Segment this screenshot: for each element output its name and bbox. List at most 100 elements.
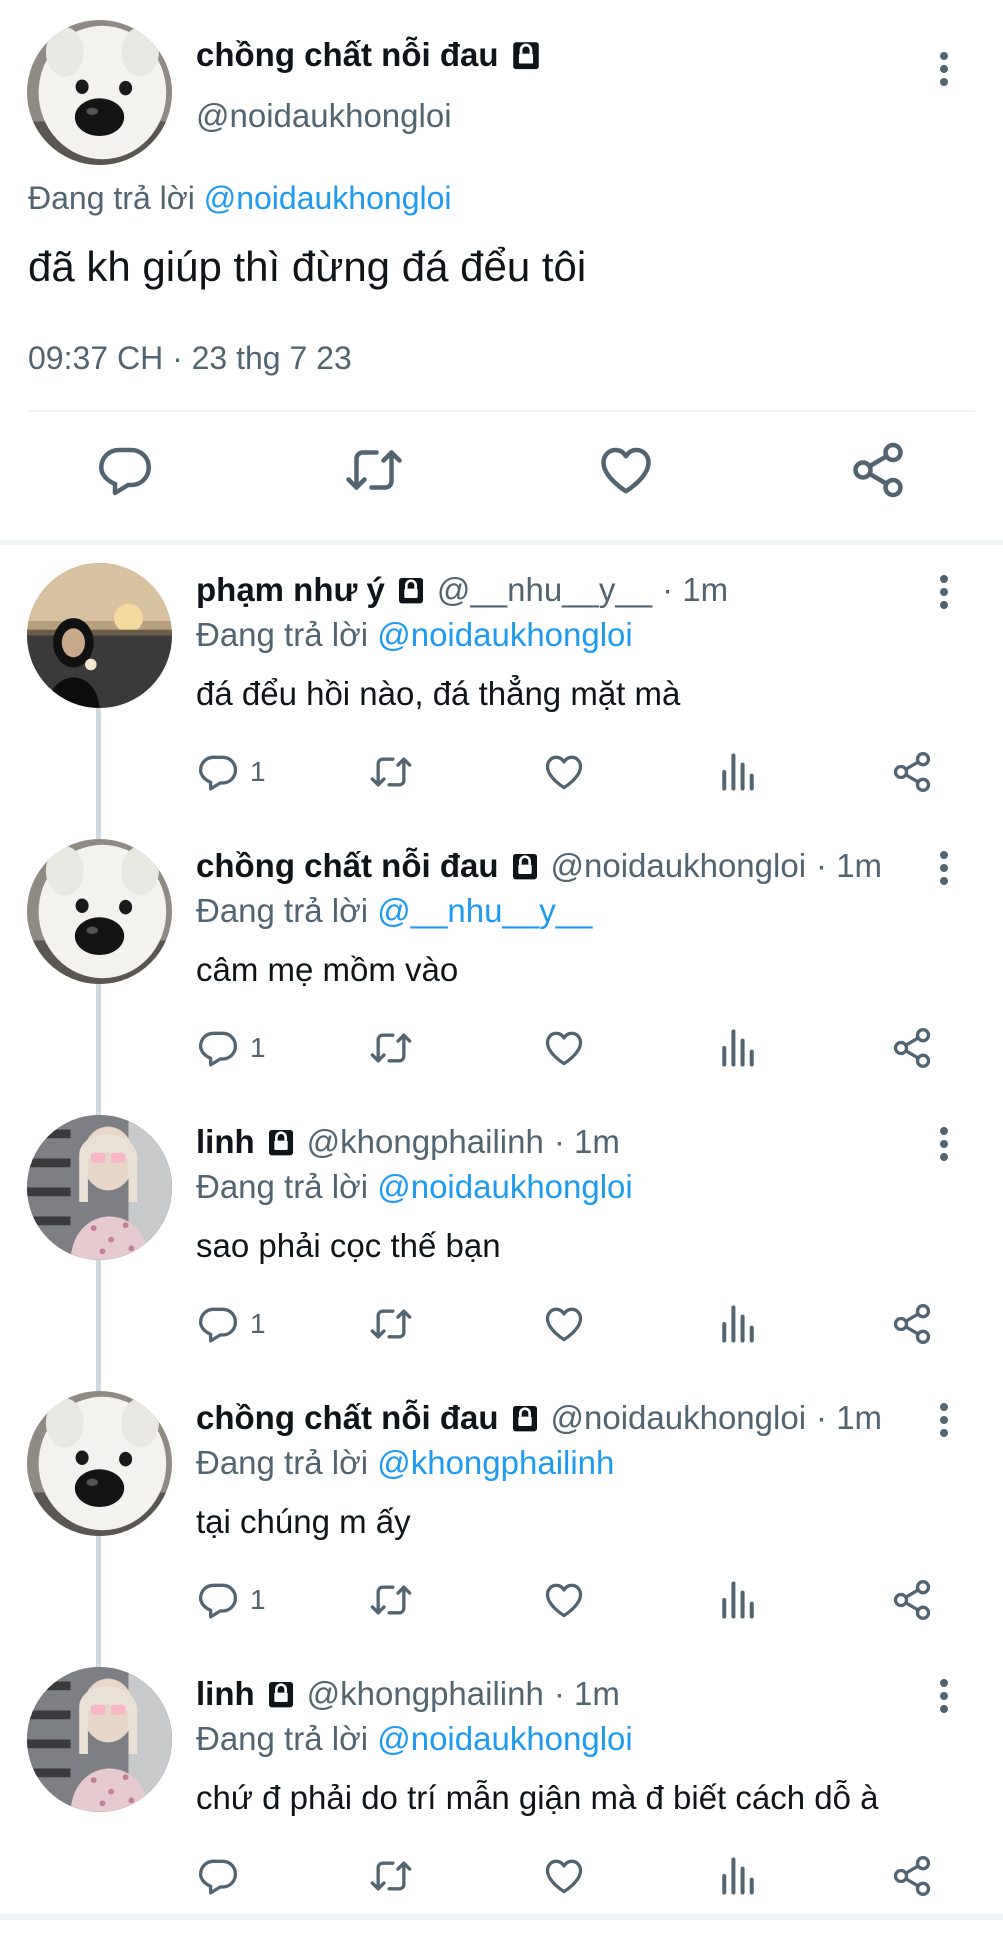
user-avatar-image [27,1115,172,1260]
reply-icon [196,750,240,794]
divider [28,410,975,412]
views-button[interactable] [716,1854,760,1898]
avatar[interactable] [27,1115,172,1260]
more-icon[interactable] [934,571,954,615]
views-button[interactable] [716,750,760,794]
share-button[interactable] [890,1302,934,1346]
replying-to-label: Đang trả lời [196,1168,369,1205]
reply-time: · 1m [816,847,883,884]
author-name[interactable]: linh [196,1675,255,1713]
lock-icon [509,1401,541,1435]
reply-count: 1 [250,756,266,787]
reply-text: sao phải cọc thế bạn [196,1227,501,1264]
author-name[interactable]: linh [196,1123,255,1161]
more-icon[interactable] [934,1399,954,1443]
reply-icon [196,1026,240,1070]
retweet-button[interactable] [369,1026,413,1070]
lock-icon [265,1125,297,1159]
retweet-button[interactable] [369,1302,413,1346]
replying-to-handle[interactable]: @noidaukhongloi [377,1720,633,1757]
share-button[interactable] [890,1854,934,1898]
views-button[interactable] [716,1302,760,1346]
views-button[interactable] [716,1026,760,1070]
more-icon[interactable] [934,1123,954,1167]
user-avatar-image [27,1667,172,1812]
share-icon [890,1026,934,1070]
replying-to-handle[interactable]: @noidaukhongloi [377,1168,633,1205]
retweet-button[interactable] [369,1854,413,1898]
like-button[interactable] [542,1854,586,1898]
retweet-icon[interactable] [344,440,404,500]
reply-button[interactable]: 1 [196,750,266,794]
reply-actions [0,1854,1003,1904]
author-name[interactable]: chồng chất nỗi đau [196,847,499,885]
replying-to-label: Đang trả lời [196,1444,369,1481]
reply-tweet[interactable]: chồng chất nỗi đau @noidaukhongloi · 1m … [0,839,1003,1115]
author-handle[interactable]: @noidaukhongloi [551,847,807,885]
replying-to: Đang trả lời @__nhu__y__ [196,892,592,930]
reply-actions: 1 [0,1026,1003,1076]
like-button[interactable] [542,1578,586,1622]
share-button[interactable] [890,1026,934,1070]
like-button[interactable] [542,1026,586,1070]
more-icon[interactable] [934,48,954,92]
like-button[interactable] [542,1302,586,1346]
reply-button[interactable]: 1 [196,1302,266,1346]
reply-count: 1 [250,1308,266,1339]
tweet-timestamp: 09:37 CH · 23 thg 7 23 [28,340,352,376]
reply-tweet[interactable]: linh @khongphailinh · 1m Đang trả lời @n… [0,1115,1003,1391]
replying-to-handle[interactable]: @__nhu__y__ [377,892,592,929]
author-name[interactable]: chồng chất nỗi đau [196,1399,499,1437]
replying-to: Đang trả lời @khongphailinh [196,1444,614,1482]
replying-to: Đang trả lời @noidaukhongloi [196,1720,633,1758]
avatar[interactable] [27,1667,172,1812]
tweet-actions [0,440,1003,510]
reply-button[interactable]: 1 [196,1026,266,1070]
views-button[interactable] [716,1578,760,1622]
bottom-divider [0,1914,1003,1920]
replying-to-handle[interactable]: @noidaukhongloi [204,180,452,216]
retweet-icon [369,1302,413,1346]
reply-button[interactable]: 1 [196,1578,266,1622]
share-button[interactable] [890,1578,934,1622]
share-icon [890,1854,934,1898]
reply-button[interactable] [196,1854,250,1898]
replying-to-label: Đang trả lời [196,616,369,653]
avatar[interactable] [27,1391,172,1536]
author-handle[interactable]: @noidaukhongloi [551,1399,807,1437]
author-name-row: chồng chất nỗi đau [196,36,543,74]
retweet-button[interactable] [369,750,413,794]
reply-tweet[interactable]: chồng chất nỗi đau @noidaukhongloi · 1m … [0,1391,1003,1667]
more-icon[interactable] [934,847,954,891]
reply-icon[interactable] [95,440,155,500]
author-name[interactable]: chồng chất nỗi đau [196,36,499,74]
retweet-icon [369,1026,413,1070]
avatar[interactable] [27,563,172,708]
replying-to-handle[interactable]: @noidaukhongloi [377,616,633,653]
retweet-button[interactable] [369,1578,413,1622]
author-handle[interactable]: @__nhu__y__ [437,571,652,609]
avatar[interactable] [27,839,172,984]
replying-to-label: Đang trả lời [196,892,369,929]
share-icon[interactable] [848,440,908,500]
like-button[interactable] [542,750,586,794]
reply-header: linh @khongphailinh · 1m [196,1123,620,1161]
retweet-icon [369,1578,413,1622]
avatar[interactable] [27,20,172,165]
replying-to-handle[interactable]: @khongphailinh [377,1444,614,1481]
author-handle[interactable]: @khongphailinh [307,1123,544,1161]
author-handle[interactable]: @khongphailinh [307,1675,544,1713]
share-icon [890,1578,934,1622]
reply-tweet[interactable]: linh @khongphailinh · 1m Đang trả lời @n… [0,1667,1003,1943]
like-icon [542,1854,586,1898]
like-icon[interactable] [596,440,656,500]
reply-text: tại chúng m ấy [196,1503,411,1540]
author-handle[interactable]: @noidaukhongloi [196,97,452,135]
reply-time: · 1m [816,1399,883,1436]
share-button[interactable] [890,750,934,794]
reply-tweet[interactable]: phạm như ý @__nhu__y__ · 1m Đang trả lời… [0,563,1003,839]
lock-icon [509,849,541,883]
more-icon[interactable] [934,1675,954,1719]
views-icon [716,1026,760,1070]
author-name[interactable]: phạm như ý [196,571,385,609]
